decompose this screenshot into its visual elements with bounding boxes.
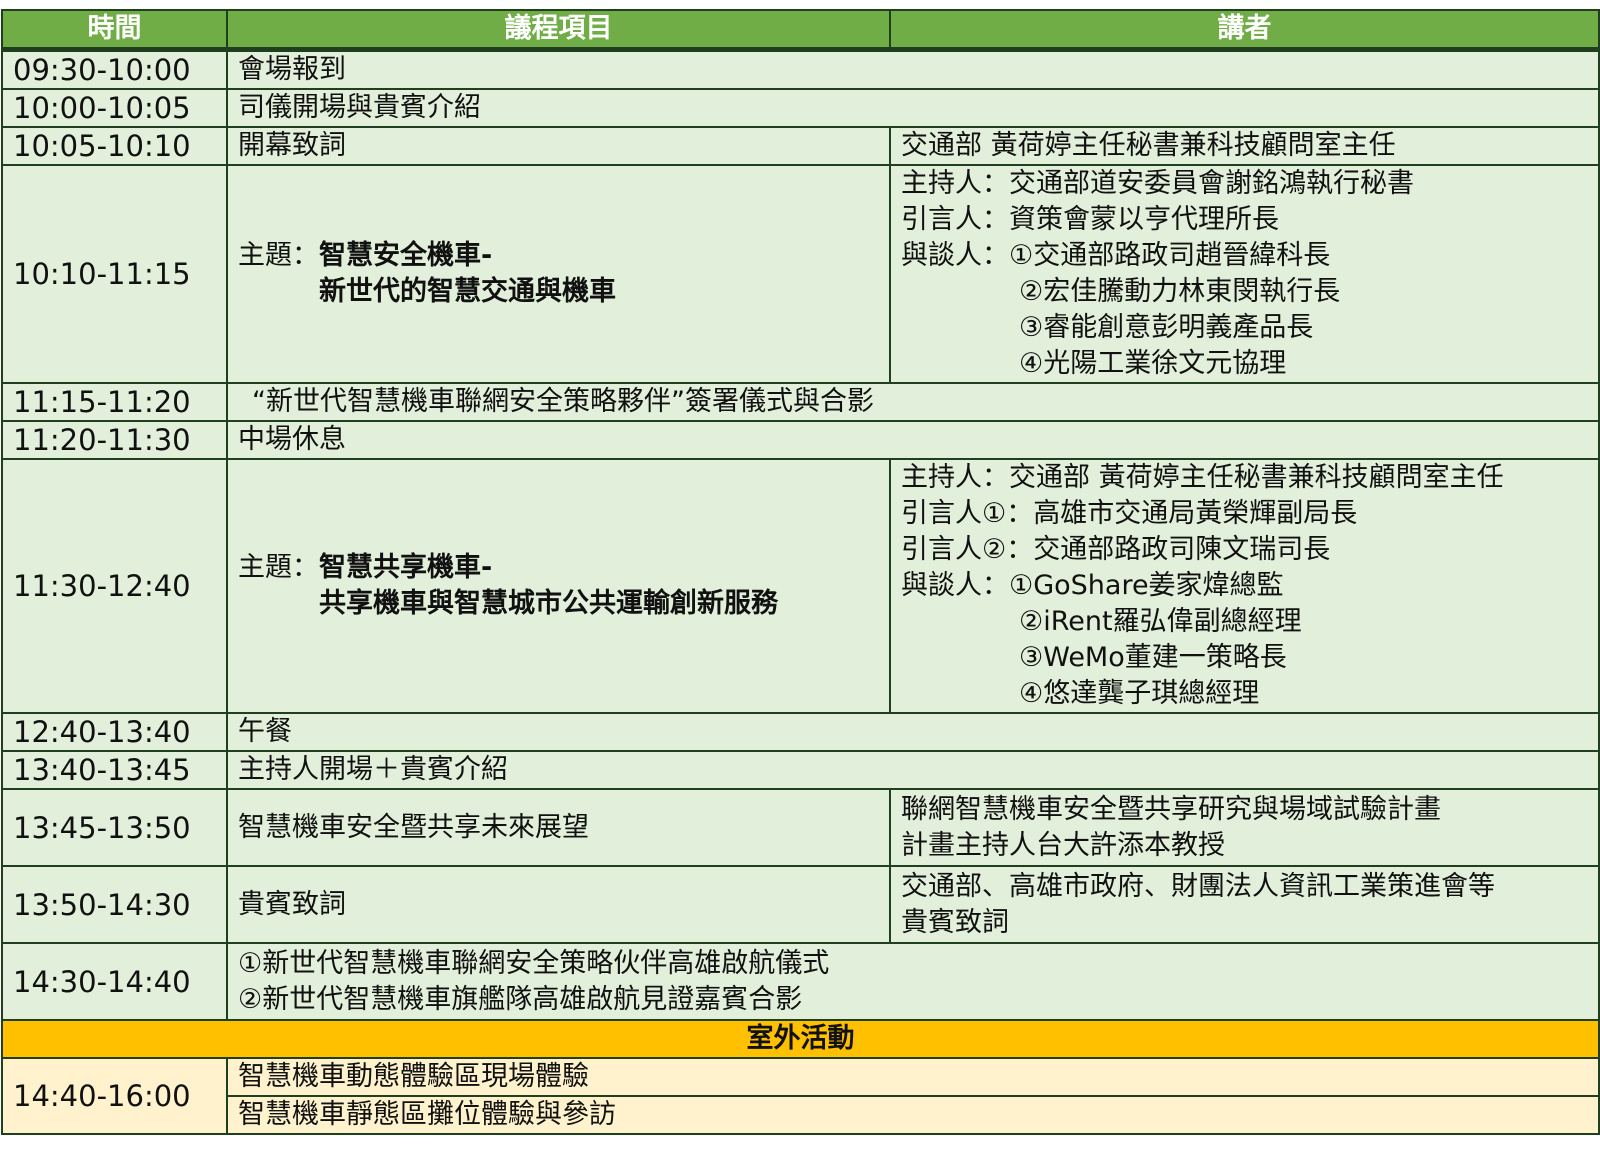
item-line: ②新世代智慧機車旗艦隊高雄啟航見證嘉賓合影	[238, 983, 803, 1015]
item-cell: 智慧機車動態體驗區現場體驗	[226, 1057, 1600, 1097]
table-row: 11:30-12:40 主題： 智慧共享機車- 共享機車與智慧城市公共運輸創新服…	[1, 458, 1600, 714]
table-row: 14:30-14:40 ①新世代智慧機車聯網安全策略伙伴高雄啟航儀式 ②新世代智…	[1, 942, 1600, 1021]
speaker-line: ②宏佳騰動力林東閔執行長	[1019, 276, 1341, 307]
item-text: “新世代智慧機車聯網安全策略夥伴”簽署儀式與合影	[252, 386, 874, 417]
table-row: 10:05-10:10 開幕致詞 交通部 黃荷婷主任秘書兼科技顧問室主任	[1, 126, 1600, 166]
table-row: 11:20-11:30 中場休息	[1, 420, 1600, 460]
item-cell: 開幕致詞	[226, 126, 891, 166]
theme-line: 智慧共享機車-	[319, 552, 493, 583]
agenda-table: 時間 議程項目 講者 09:30-10:00 會場報到 10:00-10:05 …	[1, 9, 1600, 1135]
speaker-cell: 交通部 黃荷婷主任秘書兼科技顧問室主任	[889, 126, 1600, 166]
outdoor-title: 室外活動	[1, 1019, 1600, 1059]
speaker-line: 貴賓致詞	[901, 906, 1009, 938]
outdoor-header-row: 室外活動	[1, 1019, 1600, 1059]
time-cell: 13:50-14:30	[1, 865, 228, 944]
speaker-line: ③睿能創意彭明義產品長	[1019, 312, 1314, 343]
item-cell: 貴賓致詞	[226, 865, 891, 944]
item-cell: ①新世代智慧機車聯網安全策略伙伴高雄啟航儀式 ②新世代智慧機車旗艦隊高雄啟航見證…	[226, 942, 1600, 1021]
time-cell: 11:15-11:20	[1, 382, 228, 422]
speaker-line: 計畫主持人台大許添本教授	[901, 829, 1225, 861]
theme-block: 主題： 智慧共享機車- 共享機車與智慧城市公共運輸創新服務	[238, 550, 879, 622]
speaker-line: 引言人②：交通部路政司陳文瑞司長	[901, 534, 1331, 565]
item-cell: 智慧機車靜態區攤位體驗與參訪	[226, 1095, 1600, 1135]
speaker-line: ④悠達龔子琪總經理	[1019, 678, 1260, 709]
header-speaker: 講者	[889, 9, 1600, 52]
speaker-line: 主持人：交通部 黃荷婷主任秘書兼科技顧問室主任	[901, 462, 1504, 493]
table-row: 13:45-13:50 智慧機車安全暨共享未來展望 聯網智慧機車安全暨共享研究與…	[1, 788, 1600, 867]
theme-block: 主題： 智慧安全機車- 新世代的智慧交通與機車	[238, 238, 879, 310]
speaker-line: 引言人①：高雄市交通局黃榮輝副局長	[901, 498, 1358, 529]
speaker-line: 引言人：資策會蒙以亨代理所長	[901, 204, 1279, 235]
speaker-line: ③WeMo董建一策略長	[1019, 642, 1287, 673]
time-cell: 14:40-16:00	[1, 1057, 228, 1135]
item-line: ①新世代智慧機車聯網安全策略伙伴高雄啟航儀式	[238, 947, 830, 979]
time-cell: 10:00-10:05	[1, 88, 228, 128]
speaker-line: 與談人：①GoShare姜家煒總監	[901, 570, 1284, 601]
speaker-line: 聯網智慧機車安全暨共享研究與場域試驗計畫	[901, 793, 1441, 825]
item-cell: 智慧機車安全暨共享未來展望	[226, 788, 891, 867]
table-row: 09:30-10:00 會場報到	[1, 48, 1600, 90]
item-cell: 午餐	[226, 712, 1600, 752]
header-item: 議程項目	[226, 9, 891, 52]
item-cell: 主題： 智慧共享機車- 共享機車與智慧城市公共運輸創新服務	[226, 458, 891, 714]
item-cell: 主持人開場＋貴賓介紹	[226, 750, 1600, 790]
speaker-line: 與談人：①交通部路政司趙晉緯科長	[901, 240, 1331, 271]
speaker-line: 交通部、高雄市政府、財團法人資訊工業策進會等	[901, 870, 1495, 902]
speaker-cell: 主持人：交通部 黃荷婷主任秘書兼科技顧問室主任 引言人①：高雄市交通局黃榮輝副局…	[889, 458, 1600, 714]
time-cell: 09:30-10:00	[1, 48, 228, 90]
table-row: 11:15-11:20 “新世代智慧機車聯網安全策略夥伴”簽署儀式與合影	[1, 382, 1600, 422]
time-cell: 11:20-11:30	[1, 420, 228, 460]
item-cell: 司儀開場與貴賓介紹	[226, 88, 1600, 128]
speaker-cell: 聯網智慧機車安全暨共享研究與場域試驗計畫 計畫主持人台大許添本教授	[889, 788, 1600, 867]
table-row: 13:50-14:30 貴賓致詞 交通部、高雄市政府、財團法人資訊工業策進會等 …	[1, 865, 1600, 944]
time-cell: 10:10-11:15	[1, 164, 228, 384]
theme-line: 共享機車與智慧城市公共運輸創新服務	[319, 588, 778, 619]
theme-label: 主題：	[238, 552, 319, 583]
time-cell: 12:40-13:40	[1, 712, 228, 752]
item-cell: “新世代智慧機車聯網安全策略夥伴”簽署儀式與合影	[226, 382, 1600, 422]
table-row: 13:40-13:45 主持人開場＋貴賓介紹	[1, 750, 1600, 790]
theme-line: 新世代的智慧交通與機車	[319, 276, 616, 307]
speaker-line: 主持人：交通部道安委員會謝銘鴻執行秘書	[901, 168, 1414, 199]
table-row: 10:10-11:15 主題： 智慧安全機車- 新世代的智慧交通與機車 主持人：…	[1, 164, 1600, 384]
theme-title: 智慧共享機車- 共享機車與智慧城市公共運輸創新服務	[319, 550, 778, 622]
time-cell: 14:30-14:40	[1, 942, 228, 1021]
item-cell: 中場休息	[226, 420, 1600, 460]
table-row: 14:40-16:00 智慧機車動態體驗區現場體驗	[1, 1057, 1600, 1135]
item-cell: 會場報到	[226, 48, 1600, 90]
time-cell: 13:40-13:45	[1, 750, 228, 790]
item-cell: 主題： 智慧安全機車- 新世代的智慧交通與機車	[226, 164, 891, 384]
speaker-line: ②iRent羅弘偉副總經理	[1019, 606, 1302, 637]
time-cell: 11:30-12:40	[1, 458, 228, 714]
table-row: 12:40-13:40 午餐	[1, 712, 1600, 752]
speaker-cell: 交通部、高雄市政府、財團法人資訊工業策進會等 貴賓致詞	[889, 865, 1600, 944]
theme-label: 主題：	[238, 240, 319, 271]
speaker-cell: 主持人：交通部道安委員會謝銘鴻執行秘書 引言人：資策會蒙以亨代理所長 與談人：①…	[889, 164, 1600, 384]
table-row: 智慧機車靜態區攤位體驗與參訪	[2, 1095, 1600, 1135]
speaker-line: ④光陽工業徐文元協理	[1019, 348, 1287, 379]
table-row: 10:00-10:05 司儀開場與貴賓介紹	[1, 88, 1600, 128]
header-time: 時間	[1, 9, 228, 52]
time-cell: 10:05-10:10	[1, 126, 228, 166]
header-row: 時間 議程項目 講者	[1, 9, 1600, 52]
theme-title: 智慧安全機車- 新世代的智慧交通與機車	[319, 238, 616, 310]
time-cell: 13:45-13:50	[1, 788, 228, 867]
theme-line: 智慧安全機車-	[319, 240, 493, 271]
